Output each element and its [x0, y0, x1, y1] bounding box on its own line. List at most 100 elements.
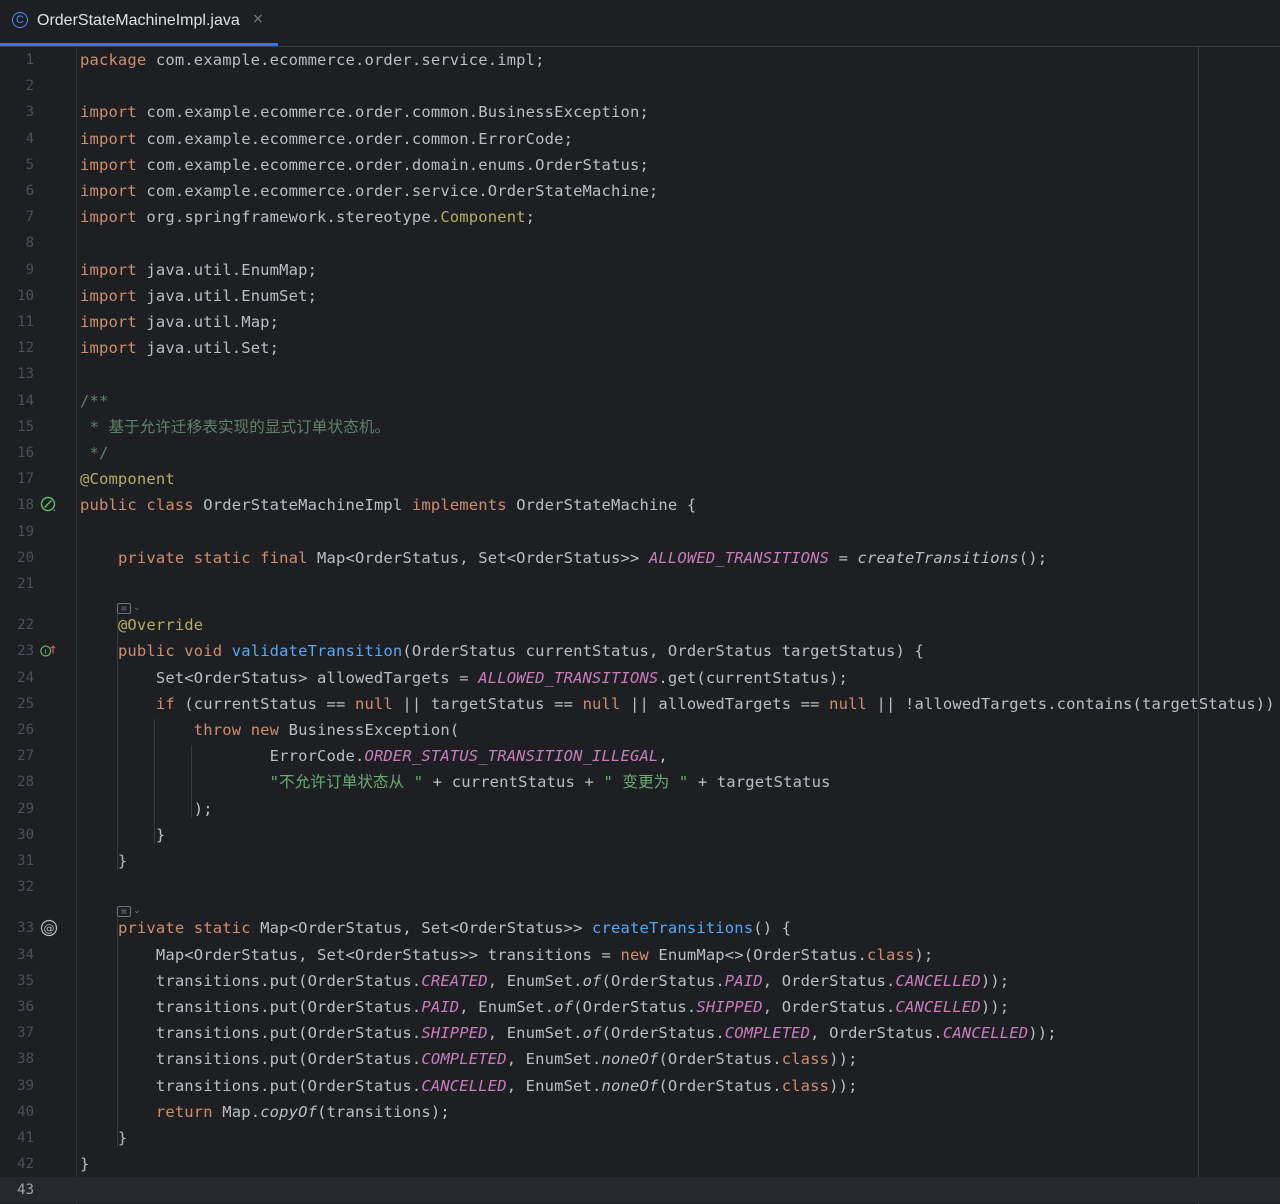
code-line[interactable]: 20 private static final Map<OrderStatus,… [0, 545, 1280, 571]
code-line[interactable]: 34 Map<OrderStatus, Set<OrderStatus>> tr… [0, 942, 1280, 968]
code-line[interactable]: 14 /** [0, 388, 1280, 414]
code-line[interactable]: 30 } [0, 822, 1280, 848]
code-token: public class [80, 496, 194, 515]
code-token: } [80, 825, 166, 844]
code-token: java.util.EnumMap; [136, 260, 318, 279]
code-line[interactable]: 4 import com.example.ecommerce.order.comm… [0, 126, 1280, 152]
code-token: ); [914, 945, 934, 964]
code-line[interactable]: 37 transitions.put(OrderStatus.SHIPPED, … [0, 1020, 1280, 1046]
code-token: CREATED [421, 971, 488, 990]
code-token: return [155, 1102, 213, 1121]
code-text: */ [80, 440, 108, 466]
code-line[interactable]: 5 import com.example.ecommerce.order.doma… [0, 152, 1280, 178]
tab-order-state-machine-impl[interactable]: C OrderStateMachineImpl.java × [0, 0, 278, 46]
code-token: SHIPPED [696, 998, 763, 1016]
code-line[interactable]: 38 transitions.put(OrderStatus.COMPLETED… [0, 1046, 1280, 1072]
svg-text:I: I [45, 647, 47, 656]
line-number: 33 [17, 920, 34, 937]
line-number: 20 [17, 549, 34, 566]
code-token: ORDER_STATUS_TRANSITION_ILLEGAL [364, 747, 659, 766]
implements-method-icon[interactable]: I [40, 642, 58, 660]
code-text: if (currentStatus == null || targetStatu… [80, 691, 1280, 717]
code-text: transitions.put(OrderStatus.PAID, EnumSe… [80, 994, 1009, 1020]
code-line[interactable]: 33 @ private static Map<OrderStatus, Set<… [0, 915, 1280, 941]
code-text: private static final Map<OrderStatus, Se… [80, 545, 1047, 571]
code-line[interactable]: 8 [0, 230, 1280, 256]
code-editor[interactable]: 1 package com.example.ecommerce.order.ser… [0, 47, 1280, 1204]
code-text: import com.example.ecommerce.order.servi… [80, 178, 658, 204]
code-line[interactable]: 43 [0, 1177, 1280, 1204]
code-line[interactable]: 24 Set<OrderStatus> allowedTargets = ALL… [0, 665, 1280, 691]
code-line[interactable]: 25 if (currentStatus == null || targetSt… [0, 691, 1280, 717]
code-token: transitions.put(OrderStatus. [80, 1050, 422, 1069]
code-line[interactable]: 1 package com.example.ecommerce.order.ser… [0, 47, 1280, 73]
code-token: @Component [80, 470, 175, 489]
code-text: import java.util.Set; [80, 335, 279, 361]
code-line[interactable]: 35 transitions.put(OrderStatus.CREATED, … [0, 968, 1280, 994]
code-token: Map<OrderStatus, Set<OrderStatus>> [307, 548, 649, 567]
indent-guide [117, 614, 118, 870]
code-line[interactable]: 13 [0, 361, 1280, 387]
indent-guide [117, 917, 118, 1147]
code-text: ErrorCode.ORDER_STATUS_TRANSITION_ILLEGA… [80, 743, 668, 769]
code-line[interactable]: 21 [0, 571, 1280, 597]
code-line[interactable]: 12 import java.util.Set; [0, 335, 1280, 361]
tab-title: OrderStateMachineImpl.java [37, 12, 240, 29]
code-text: package com.example.ecommerce.order.serv… [80, 47, 545, 73]
code-line[interactable]: 11 import java.util.Map; [0, 309, 1280, 335]
code-line[interactable]: 41 } [0, 1125, 1280, 1151]
code-line[interactable]: 16 */ [0, 440, 1280, 466]
code-line[interactable]: 15 * 基于允许迁移表实现的显式订单状态机。 [0, 414, 1280, 440]
code-line[interactable]: 18 public class OrderStateMachineImpl imp… [0, 492, 1280, 518]
code-token: org.springframework.stereotype. [136, 208, 441, 227]
code-line[interactable]: 40 return Map.copyOf(transitions); [0, 1099, 1280, 1125]
code-line[interactable]: 6 import com.example.ecommerce.order.serv… [0, 178, 1280, 204]
line-number: 19 [17, 523, 34, 540]
code-line[interactable]: 23 I public void validateTransition(Order… [0, 638, 1280, 664]
code-token: if [155, 694, 175, 713]
code-line[interactable]: 31 } [0, 848, 1280, 874]
code-text: "不允许订单状态从 " + currentStatus + " 变更为 " + … [80, 769, 831, 795]
code-line[interactable]: 36 transitions.put(OrderStatus.PAID, Enu… [0, 994, 1280, 1020]
code-line[interactable]: 17 @Component [0, 466, 1280, 492]
code-line[interactable]: 10 import java.util.EnumSet; [0, 283, 1280, 309]
code-token: , EnumSet. [506, 1050, 602, 1069]
code-token: */ [80, 444, 109, 462]
code-line[interactable]: 3 import com.example.ecommerce.order.comm… [0, 99, 1280, 125]
code-token: new [620, 945, 649, 964]
line-number: 18 [17, 497, 34, 514]
code-token: copyOf [260, 1102, 318, 1121]
code-line[interactable]: 7 import org.springframework.stereotype.C… [0, 204, 1280, 230]
line-number: 3 [25, 104, 34, 121]
line-number: 37 [17, 1025, 34, 1042]
line-number: 15 [17, 418, 34, 435]
line-number: 36 [17, 999, 34, 1015]
code-text: public void validateTransition(OrderStat… [80, 638, 924, 664]
annotation-usage-icon[interactable]: @ [40, 919, 58, 937]
code-token: = [829, 548, 858, 567]
code-line[interactable]: 26 throw new BusinessException( [0, 717, 1280, 743]
code-token: (OrderStatus. [573, 998, 697, 1016]
spring-bean-icon[interactable] [40, 496, 58, 514]
line-number: 9 [25, 261, 34, 278]
code-token: (currentStatus == [174, 694, 355, 713]
code-line[interactable]: 32 [0, 874, 1280, 900]
code-token: () { [753, 919, 792, 938]
code-token: import [80, 103, 137, 122]
line-number: 38 [17, 1051, 34, 1068]
code-token: Component [440, 208, 526, 227]
code-line[interactable]: 42} [0, 1151, 1280, 1177]
code-line[interactable]: 39 transitions.put(OrderStatus.CANCELLED… [0, 1073, 1280, 1099]
code-line[interactable]: 28 "不允许订单状态从 " + currentStatus + " 变更为 "… [0, 769, 1280, 795]
code-token: java.util.EnumSet; [136, 286, 318, 305]
code-line[interactable]: 9 import java.util.EnumMap; [0, 257, 1280, 283]
code-line[interactable]: 2 [0, 73, 1280, 99]
code-line[interactable]: 29 ); [0, 796, 1280, 822]
code-token: SHIPPED [421, 1024, 488, 1043]
close-icon[interactable]: × [252, 11, 264, 27]
code-line[interactable]: 22 @Override [0, 612, 1280, 638]
code-line[interactable]: 27 ErrorCode.ORDER_STATUS_TRANSITION_ILL… [0, 743, 1280, 769]
code-line[interactable]: 19 [0, 519, 1280, 545]
